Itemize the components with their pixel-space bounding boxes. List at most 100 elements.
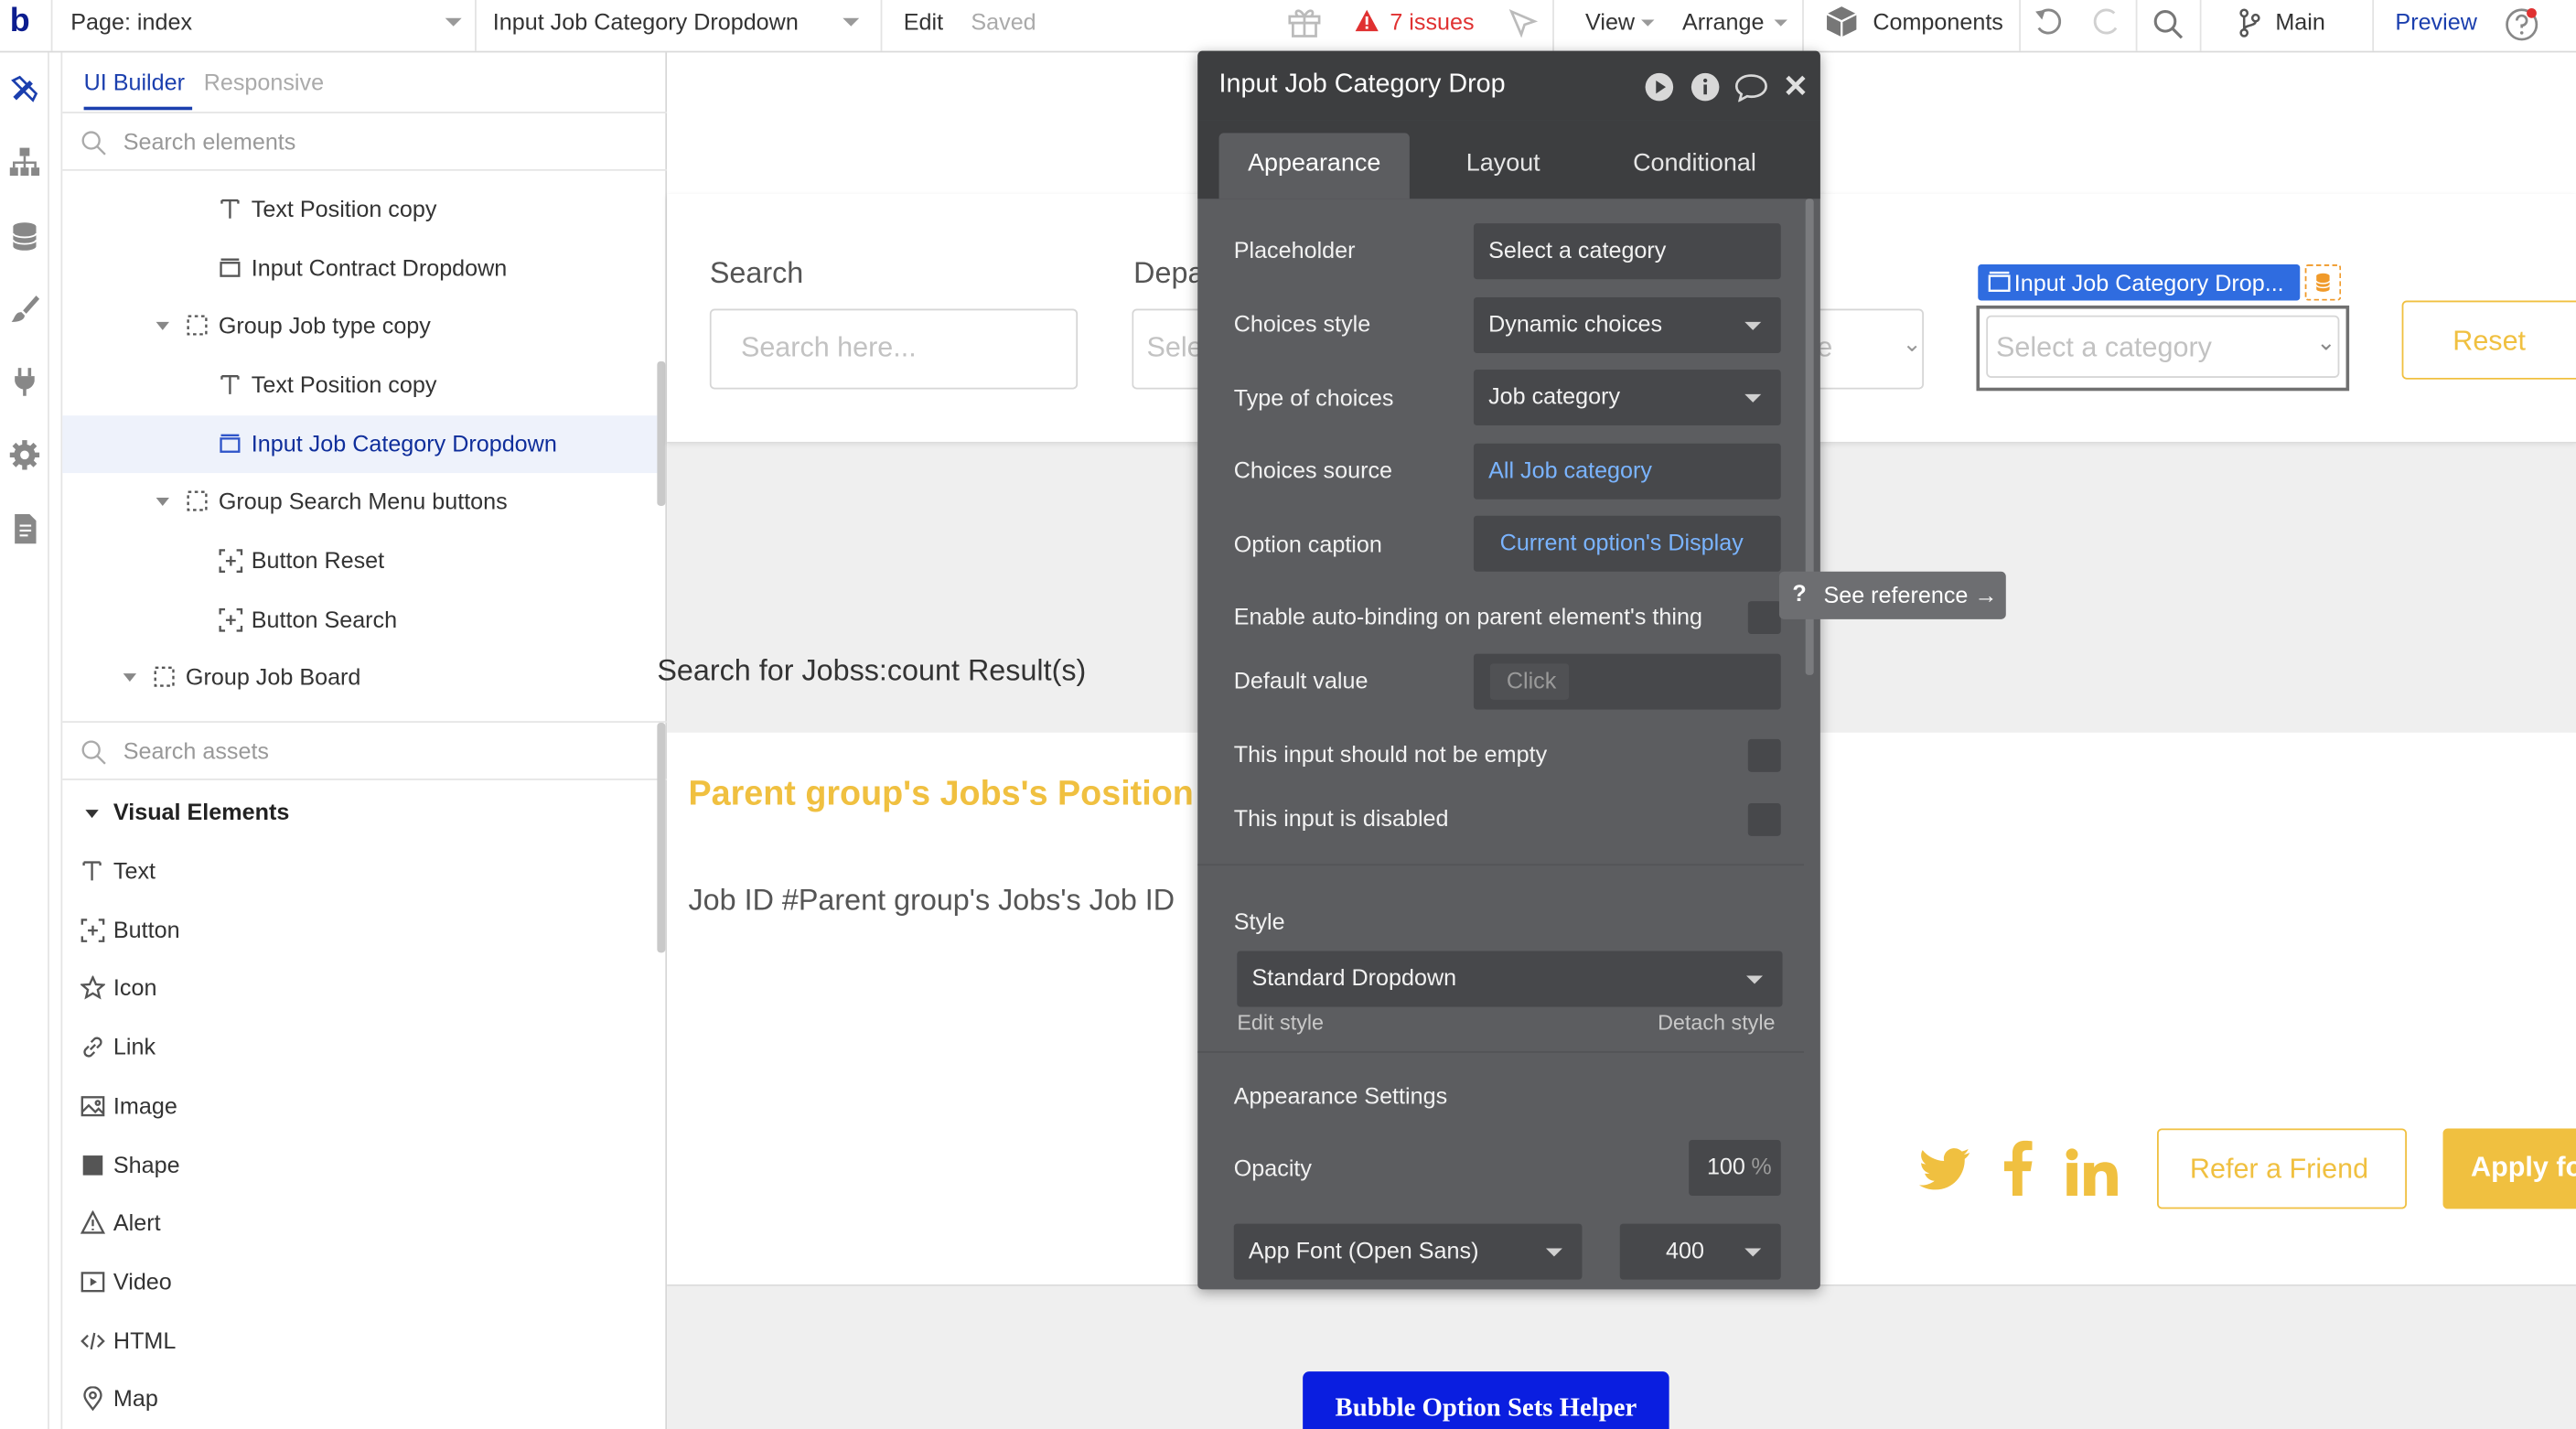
refer-friend-button[interactable]: Refer a Friend <box>2157 1128 2407 1209</box>
cube-icon[interactable] <box>1823 4 1860 39</box>
editor-title[interactable]: Input Job Category Drop <box>1219 70 1506 100</box>
tab-responsive[interactable]: Responsive <box>204 69 324 95</box>
editor-header[interactable]: Input Job Category Drop <box>1197 50 1820 121</box>
not-empty-checkbox[interactable] <box>1747 738 1781 772</box>
expand-triangle-icon[interactable] <box>123 673 137 682</box>
edit-style-link[interactable]: Edit style <box>1237 1010 1324 1035</box>
search-input[interactable]: Search here... <box>709 308 1079 390</box>
components-button[interactable]: Components <box>1873 0 2003 51</box>
tree-item[interactable]: Button Reset <box>62 532 657 590</box>
tree-item[interactable]: Button Search <box>62 591 657 649</box>
detach-style-link[interactable]: Detach style <box>1658 1010 1775 1035</box>
facebook-icon[interactable] <box>2001 1140 2034 1197</box>
disabled-checkbox[interactable] <box>1747 802 1781 836</box>
asset-item[interactable]: Text <box>62 843 657 902</box>
assets-scrollbar[interactable] <box>657 722 666 953</box>
workflow-tab-icon[interactable] <box>8 146 41 179</box>
settings-tab-icon[interactable] <box>8 438 41 471</box>
search-elements-input[interactable]: Search elements <box>123 128 296 155</box>
pointer-icon[interactable] <box>1508 8 1538 38</box>
tree-item[interactable]: Group Job type copy <box>62 297 657 355</box>
styles-tab-icon[interactable] <box>8 293 41 326</box>
database-badge-icon[interactable] <box>2304 264 2342 301</box>
bubble-logo[interactable]: b <box>10 0 30 51</box>
chevron-down-icon[interactable] <box>445 17 462 27</box>
search-elements-row[interactable]: Search elements <box>62 112 668 171</box>
asset-item[interactable]: Video <box>62 1253 657 1313</box>
data-tab-icon[interactable] <box>8 220 41 253</box>
autobinding-checkbox[interactable] <box>1747 601 1781 635</box>
info-icon[interactable] <box>1690 72 1720 102</box>
search-assets-row[interactable]: Search assets <box>62 721 668 780</box>
font-weight-select[interactable]: 400 <box>1619 1223 1781 1280</box>
play-icon[interactable] <box>1645 72 1674 102</box>
issues-count[interactable]: 7 issues <box>1390 0 1474 51</box>
chevron-down-icon[interactable] <box>843 17 860 27</box>
logs-tab-icon[interactable] <box>8 512 41 545</box>
chevron-down-icon[interactable] <box>1641 19 1655 27</box>
asset-item[interactable]: Map <box>62 1370 657 1429</box>
preview-button[interactable]: Preview <box>2395 0 2476 51</box>
type-of-choices-label: Type of choices <box>1233 384 1394 411</box>
tree-item[interactable]: Input Job Category Dropdown <box>62 415 658 474</box>
comment-icon[interactable] <box>1733 72 1770 102</box>
edit-menu[interactable]: Edit <box>904 0 943 51</box>
linkedin-icon[interactable] <box>2065 1148 2120 1198</box>
search-icon[interactable] <box>2152 8 2185 41</box>
tree-item[interactable]: Group Search Menu buttons <box>62 473 657 531</box>
choices-source-field[interactable]: All Job category <box>1473 443 1781 500</box>
opacity-field[interactable]: 100 % <box>1689 1140 1781 1197</box>
branch-icon[interactable] <box>2238 6 2260 39</box>
video-icon <box>80 1270 105 1295</box>
type-of-choices-select[interactable]: Job category <box>1473 369 1781 426</box>
branch-name[interactable]: Main <box>2275 0 2325 51</box>
font-select[interactable]: App Font (Open Sans) <box>1233 1223 1583 1280</box>
apply-button[interactable]: Apply fo <box>2442 1128 2576 1209</box>
search-assets-input[interactable]: Search assets <box>123 737 269 764</box>
contract-dropdown[interactable]: e ⌄ <box>1817 308 1924 390</box>
option-sets-helper-button[interactable]: Bubble Option Sets Helper <box>1303 1371 1669 1429</box>
tab-appearance[interactable]: Appearance <box>1218 133 1410 199</box>
warning-icon[interactable] <box>1354 8 1380 33</box>
selected-element-tag[interactable]: Input Job Category Drop... <box>1978 264 2301 301</box>
plugins-tab-icon[interactable] <box>8 365 41 398</box>
redo-icon[interactable] <box>2089 6 2122 39</box>
tree-item[interactable]: Input Contract Dropdown <box>62 240 657 297</box>
asset-item[interactable]: HTML <box>62 1312 657 1371</box>
job-category-dropdown[interactable]: Select a category ⌄ <box>1986 315 2340 378</box>
see-reference-tooltip[interactable]: ? See reference → <box>1778 571 2006 619</box>
tab-ui-builder[interactable]: UI Builder <box>84 69 185 95</box>
gift-icon[interactable] <box>1286 5 1323 38</box>
twitter-icon[interactable] <box>1918 1146 1971 1192</box>
element-selector[interactable]: Input Job Category Dropdown <box>493 0 799 51</box>
help-icon[interactable] <box>2504 6 2540 42</box>
asset-item[interactable]: Shape <box>62 1136 657 1196</box>
page-selector[interactable]: Page: index <box>70 0 192 51</box>
view-menu[interactable]: View <box>1585 0 1635 51</box>
asset-item[interactable]: Image <box>62 1077 657 1136</box>
expand-triangle-icon[interactable] <box>156 321 169 330</box>
chevron-down-icon[interactable] <box>1774 19 1787 27</box>
tab-layout[interactable]: Layout <box>1424 133 1582 199</box>
placeholder-field[interactable]: Select a category <box>1473 223 1781 280</box>
tree-item[interactable]: Group Job Board <box>62 649 657 706</box>
choices-style-select[interactable]: Dynamic choices <box>1473 296 1781 354</box>
asset-item[interactable]: Link <box>62 1018 657 1078</box>
tree-item[interactable]: Text Position copy <box>62 180 657 238</box>
design-tab-icon[interactable] <box>8 72 41 105</box>
reset-button[interactable]: Reset <box>2401 300 2576 380</box>
undo-icon[interactable] <box>2033 6 2066 39</box>
asset-item[interactable]: Icon <box>62 960 657 1019</box>
asset-item[interactable]: Alert <box>62 1195 657 1254</box>
default-value-field[interactable]: Click <box>1473 653 1781 710</box>
option-caption-field[interactable]: Current option's Display <box>1473 515 1781 572</box>
asset-item[interactable]: Button <box>62 901 657 961</box>
expand-triangle-icon[interactable] <box>156 498 169 506</box>
tree-item[interactable]: Text Position copy <box>62 357 657 414</box>
style-select[interactable]: Standard Dropdown <box>1237 951 1783 1007</box>
arrange-menu[interactable]: Arrange <box>1682 0 1764 51</box>
tab-conditional[interactable]: Conditional <box>1608 133 1781 199</box>
close-icon[interactable] <box>1784 74 1807 97</box>
tree-scrollbar[interactable] <box>657 360 666 506</box>
visual-elements-header[interactable]: Visual Elements <box>62 783 657 843</box>
